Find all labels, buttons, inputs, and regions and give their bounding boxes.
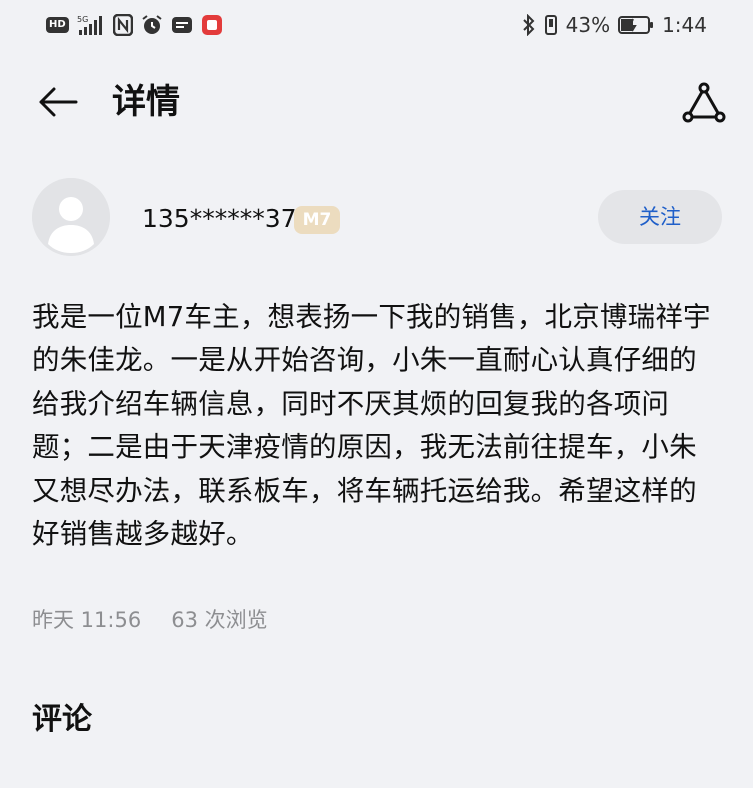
clock-time: 1:44 [662, 13, 707, 37]
battery-charging-icon [618, 15, 654, 35]
follow-button[interactable]: 关注 [598, 190, 722, 244]
owner-level-badge: M7 [294, 206, 340, 234]
nfc-icon [112, 14, 133, 36]
default-avatar-icon [32, 178, 110, 256]
svg-text:5G: 5G [77, 15, 88, 24]
post-meta: 昨天 11:56 63 次浏览 [32, 604, 268, 636]
top-app-bar: 详情 [0, 60, 753, 144]
avatar[interactable] [32, 178, 110, 256]
hd-icon: HD [46, 17, 69, 33]
back-button[interactable] [36, 80, 80, 124]
post-time: 昨天 11:56 [32, 608, 142, 632]
share-icon [682, 82, 726, 123]
back-arrow-icon [39, 87, 78, 117]
status-bar: HD 5G 43% 1:44 [0, 0, 753, 52]
post-body: 我是一位M7车主，想表扬一下我的销售，北京博瑞祥宇的朱佳龙。一是从开始咨询，小朱… [32, 301, 711, 551]
post-views: 63 次浏览 [171, 608, 268, 632]
status-left-icons: HD 5G [46, 12, 223, 38]
author-username[interactable]: 135******37 [142, 202, 297, 236]
signal-icon: 5G [77, 14, 105, 36]
comments-heading: 评论 [32, 702, 92, 737]
status-right-icons: 43% 1:44 [522, 12, 707, 38]
vibrate-icon [544, 14, 558, 36]
app-notification-icon [201, 14, 223, 36]
page-title: 详情 [112, 82, 180, 122]
author-row: 135******37 M7 关注 [0, 176, 753, 260]
share-button[interactable] [681, 80, 727, 126]
alarm-icon [141, 14, 163, 36]
battery-percent: 43% [565, 13, 611, 37]
message-icon [171, 14, 193, 36]
bluetooth-icon [522, 14, 536, 36]
